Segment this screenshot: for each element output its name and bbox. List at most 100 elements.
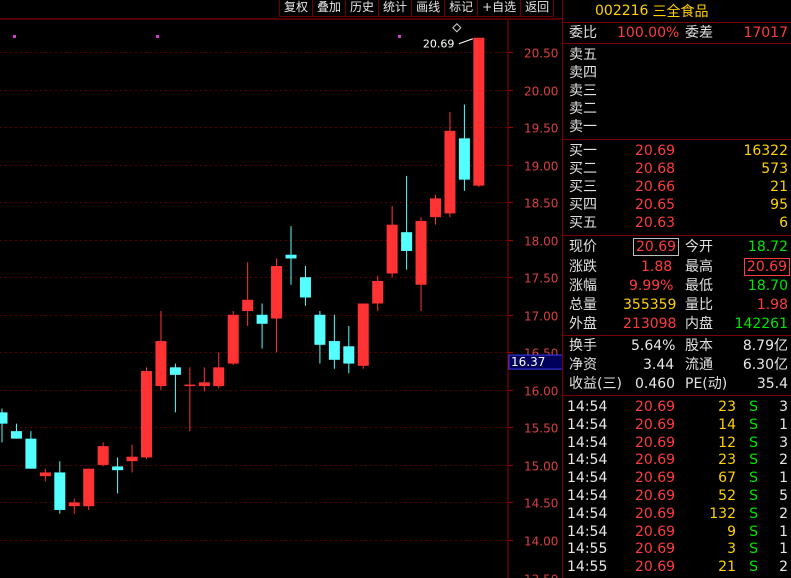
zhangfu-value: 9.99%	[629, 278, 674, 294]
tick-volume: 23	[718, 399, 736, 415]
jinkai-label: 今开	[685, 239, 713, 255]
tick-count: 1	[779, 541, 788, 558]
tick-side: S	[749, 559, 758, 576]
toolbar-button-back[interactable]: 返回	[520, 0, 555, 17]
zongliang-label: 总量	[569, 297, 597, 313]
stat-row: 外盘 213098 内盘 142261	[563, 315, 791, 333]
waipan-value: 213098	[623, 316, 677, 332]
tick-time: 14:54	[567, 416, 608, 433]
event-marker	[156, 35, 159, 38]
bid-volume: 6	[779, 215, 788, 231]
bid-volume: 16322	[743, 143, 788, 159]
y-tick-label: 17.00	[524, 310, 558, 324]
y-tick-label: 15.50	[524, 422, 558, 436]
guben-value: 8.79亿	[742, 338, 788, 354]
tick-count: 3	[779, 434, 788, 451]
tick-side: S	[749, 399, 758, 415]
tick-row: 14:54 20.69 14 S 1	[563, 416, 791, 434]
bid-row: 买一 20.69 16322	[563, 142, 791, 160]
bid-label: 买三	[569, 179, 597, 195]
y-tick-label: 17.50	[524, 272, 558, 286]
bid-row: 买二 20.68 573	[563, 160, 791, 178]
huanshou-label: 换手	[569, 338, 597, 354]
y-tick-label: 13.50	[524, 573, 558, 578]
candle-body	[458, 138, 470, 180]
ask-row: 卖一	[563, 118, 791, 136]
candle-body	[112, 466, 124, 471]
tick-count: 2	[779, 505, 788, 522]
ask-label: 卖四	[569, 65, 597, 81]
candle-body	[242, 299, 254, 312]
tick-time: 14:54	[567, 399, 608, 415]
ask-row: 卖二	[563, 100, 791, 118]
candle-body	[39, 472, 51, 477]
stat-row: 涨跌 1.88 最高 20.69	[563, 258, 791, 276]
stock-name: 三全食品	[652, 4, 709, 20]
ask-row: 卖三	[563, 82, 791, 100]
tick-count: 5	[779, 488, 788, 504]
zuigao-label: 最高	[685, 259, 713, 275]
tick-volume: 23	[718, 452, 736, 469]
tick-row: 14:54 20.69 67 S 1	[563, 469, 791, 487]
neipan-value: 142261	[734, 316, 788, 332]
tick-side: S	[749, 470, 758, 487]
bid-volume: 21	[770, 179, 788, 195]
y-tick-label: 20.00	[524, 85, 558, 99]
high-annotation-label: 20.69	[423, 38, 455, 51]
candle-body	[83, 468, 95, 507]
bid-label: 买一	[569, 143, 597, 159]
bid-price: 20.69	[635, 143, 676, 159]
tick-time: 14:54	[567, 470, 608, 487]
toolbar-button-huaxian[interactable]: 画线	[411, 0, 446, 17]
guben-label: 股本	[685, 338, 713, 354]
y-tick-label: 18.00	[524, 235, 558, 249]
liangbi-value: 1.98	[756, 297, 788, 313]
candle-body	[126, 456, 138, 462]
bid-volume: 95	[770, 197, 788, 213]
pe-label: PE(动)	[685, 376, 728, 392]
tick-side: S	[749, 452, 758, 469]
tick-price: 20.69	[635, 523, 676, 540]
candle-body	[184, 384, 196, 387]
xianjia-value: 20.69	[633, 238, 679, 256]
candle-body	[343, 346, 355, 364]
toolbar-button-fuquan[interactable]: 复权	[279, 0, 314, 17]
candlestick-chart[interactable]: 20.50 20.00 19.50 19.00 18.50 18.00 17.50 17.00…	[0, 0, 562, 578]
y-tick-label: 15.00	[524, 460, 558, 474]
tick-row: 14:54 20.69 23 S 2	[563, 451, 791, 469]
candle-body	[213, 367, 225, 387]
candle-body	[25, 438, 37, 469]
zhangdie-value: 1.88	[641, 259, 673, 275]
diamond-icon	[452, 23, 462, 33]
toolbar-button-lishi[interactable]: 历史	[345, 0, 380, 17]
candle-body	[473, 37, 485, 186]
candle-body	[10, 431, 22, 439]
stat-row: 换手 5.64% 股本 8.79亿	[563, 337, 791, 355]
toolbar-button-add-watchlist[interactable]: +自选	[477, 0, 522, 17]
weibi-row: 委比 100.00% 委差 17017	[563, 24, 791, 42]
jingzi-label: 净资	[569, 357, 597, 373]
tick-price: 20.69	[635, 399, 676, 415]
bid-row: 买四 20.65 95	[563, 196, 791, 214]
bid-price: 20.65	[635, 197, 676, 213]
waipan-label: 外盘	[569, 316, 597, 332]
tick-side: S	[749, 505, 758, 522]
price-marker-label: 16.37	[511, 355, 545, 369]
candle-body	[430, 198, 441, 218]
toolbar-button-diejia[interactable]: 叠加	[312, 0, 347, 17]
tick-time: 14:55	[567, 541, 608, 558]
ask-label: 卖二	[569, 101, 597, 117]
y-tick-label: 19.00	[524, 160, 558, 174]
bid-price: 20.63	[635, 215, 676, 231]
quote-panel: 002216 三全食品 委比 100.00% 委差 17017 卖五 卖四 卖三…	[562, 0, 791, 578]
tick-time: 14:54	[567, 523, 608, 540]
stock-header: 002216 三全食品	[563, 0, 791, 23]
toolbar-button-biaoji[interactable]: 标记	[444, 0, 479, 17]
ask-row: 卖五	[563, 46, 791, 64]
bid-label: 买二	[569, 161, 597, 177]
tick-count: 1	[779, 523, 788, 540]
weicha-value: 17017	[743, 25, 788, 41]
toolbar-button-tongji[interactable]: 统计	[378, 0, 413, 17]
tick-price: 20.69	[635, 434, 676, 451]
tick-time: 14:54	[567, 505, 608, 522]
